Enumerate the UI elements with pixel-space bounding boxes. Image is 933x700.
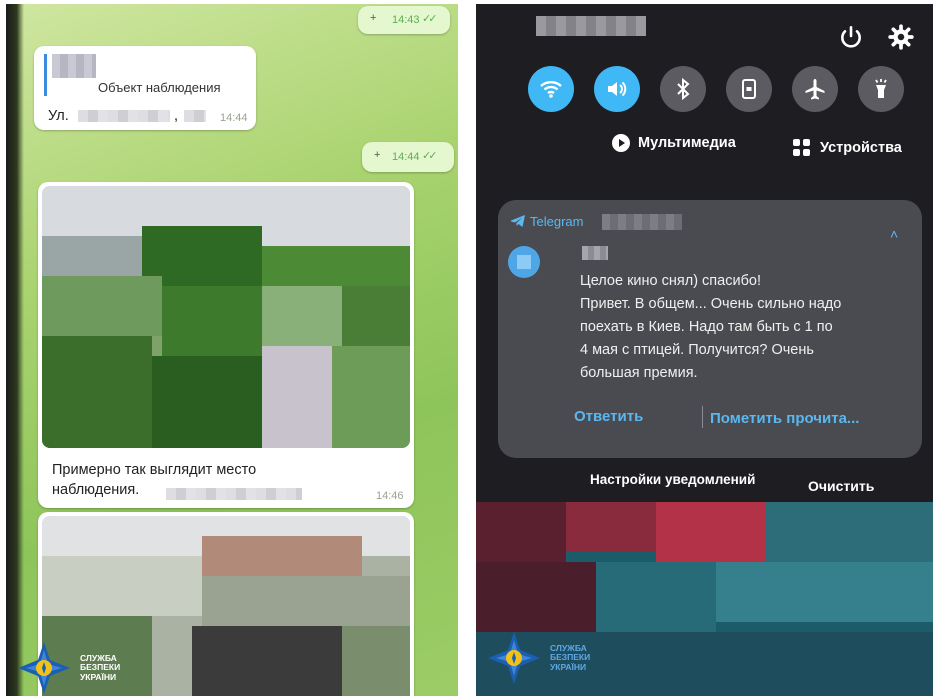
check-icon: ✓✓ xyxy=(422,150,438,162)
redacted-sender xyxy=(582,246,608,260)
pixelated-photo xyxy=(42,186,410,448)
telegram-chat-screenshot: + 14:43 ✓✓ Объект наблюдения Ул. , 14:44… xyxy=(6,4,458,696)
pin-icon: + xyxy=(370,12,377,24)
address-prefix: Ул. xyxy=(48,108,69,124)
bluetooth-toggle[interactable] xyxy=(660,66,706,112)
message-time: 14:44 xyxy=(392,151,420,163)
reply-title: Объект наблюдения xyxy=(98,80,221,95)
media-button-label: Мультимедиа xyxy=(638,135,736,151)
outgoing-message[interactable]: + 14:44 ✓✓ xyxy=(362,142,454,172)
sound-toggle[interactable] xyxy=(594,66,640,112)
telegram-notification-card[interactable]: Telegram ˄ Целое кино снял) спасибо! При… xyxy=(498,200,922,458)
notification-shade-screenshot: ... Мультимедиа Устройства Telegram ˄ xyxy=(476,4,933,696)
sender-avatar xyxy=(508,246,540,278)
chevron-up-icon[interactable]: ˄ xyxy=(890,226,898,242)
outgoing-message[interactable]: + 14:43 ✓✓ xyxy=(358,6,450,34)
gear-icon[interactable] xyxy=(888,24,914,50)
portrait-lock-icon xyxy=(742,79,756,99)
devices-icon xyxy=(793,139,810,156)
notification-settings-button[interactable]: Настройки уведомлений xyxy=(590,472,755,487)
reply-message[interactable]: Объект наблюдения Ул. , 14:44 xyxy=(34,46,256,130)
devices-button-label: Устройства xyxy=(820,140,902,156)
message-time: 14:46 xyxy=(376,490,404,502)
wifi-toggle[interactable] xyxy=(528,66,574,112)
check-icon: ✓✓ xyxy=(422,13,438,25)
redacted-chat-name xyxy=(602,214,682,230)
logo-line: УКРАЇНИ xyxy=(80,671,117,682)
airplane-toggle[interactable] xyxy=(792,66,838,112)
mark-read-action[interactable]: Пометить прочита... xyxy=(710,410,859,427)
logo-line: УКРАЇНИ xyxy=(550,661,587,672)
telegram-icon xyxy=(511,215,525,227)
flashlight-icon xyxy=(875,79,887,98)
play-icon xyxy=(612,134,630,152)
portrait-lock-toggle[interactable] xyxy=(726,66,772,112)
notification-message: Целое кино снял) спасибо! Привет. В обще… xyxy=(580,273,842,381)
devices-button[interactable]: Устройства xyxy=(792,138,902,158)
photo-message[interactable]: Примерно так выглядит место наблюдения. … xyxy=(38,182,414,508)
message-time: 14:44 xyxy=(220,112,248,124)
sbu-emblem-icon xyxy=(18,642,70,694)
sbu-logo-left: СЛУЖБА БЕЗПЕКИ УКРАЇНИ xyxy=(16,640,120,696)
reply-action[interactable]: Ответить xyxy=(574,408,643,425)
message-time: 14:43 xyxy=(392,14,420,26)
action-divider xyxy=(702,406,703,428)
status-date-redacted: ... xyxy=(536,16,646,36)
bluetooth-icon xyxy=(677,77,690,101)
redacted-address xyxy=(78,110,170,122)
redacted-house xyxy=(184,110,206,122)
flashlight-toggle[interactable] xyxy=(858,66,904,112)
address-suffix: , xyxy=(174,108,179,124)
airplane-icon xyxy=(805,79,825,100)
wifi-icon xyxy=(540,81,562,98)
sbu-logo-right: СЛУЖБА БЕЗПЕКИ УКРАЇНИ xyxy=(486,630,590,686)
redacted-caption xyxy=(166,488,302,500)
media-button[interactable]: Мультимедиа xyxy=(612,134,736,152)
sound-icon xyxy=(608,81,627,97)
notification-app-name: Telegram xyxy=(530,214,584,229)
clear-all-button[interactable]: Очистить xyxy=(808,478,874,494)
power-icon[interactable] xyxy=(838,24,864,50)
reply-avatar-redacted xyxy=(52,54,96,78)
pin-icon: + xyxy=(374,149,381,161)
sbu-emblem-icon xyxy=(488,632,540,684)
reply-quote-bar xyxy=(44,54,47,96)
